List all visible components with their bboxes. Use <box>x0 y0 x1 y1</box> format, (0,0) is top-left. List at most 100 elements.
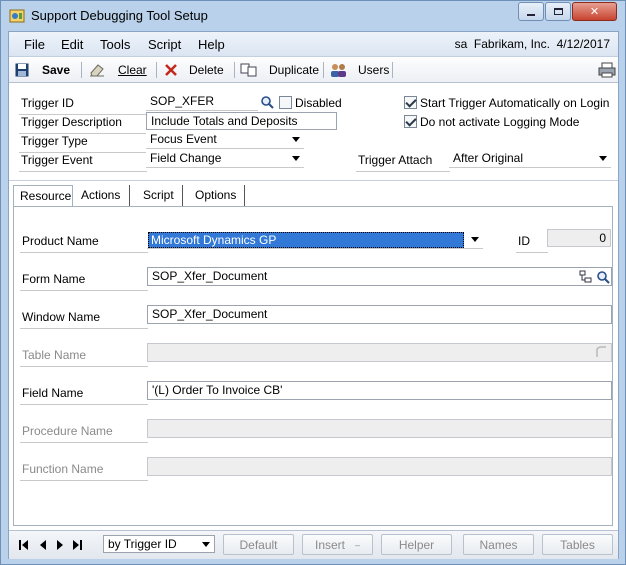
sort-by-dropdown[interactable]: by Trigger ID <box>103 535 215 553</box>
helper-label: Helper <box>398 537 435 552</box>
next-record-icon[interactable] <box>55 539 65 551</box>
start-automatically-checkbox[interactable] <box>404 96 417 109</box>
window-title: Support Debugging Tool Setup <box>31 8 208 23</box>
sort-by-value: by Trigger ID <box>108 537 177 551</box>
eraser-icon <box>90 64 104 77</box>
print-icon[interactable] <box>598 62 616 78</box>
title-bar: Support Debugging Tool Setup ✕ <box>1 1 625 31</box>
toolbar: Save Clear Delete Duplicate Users <box>9 58 618 83</box>
table-name-label: Table Name <box>22 348 87 362</box>
menu-tools[interactable]: Tools <box>100 37 130 52</box>
maximize-button[interactable] <box>545 2 571 21</box>
menu-file[interactable]: File <box>24 37 45 52</box>
close-button[interactable]: ✕ <box>572 2 617 21</box>
insert-button[interactable]: Insert ‒ <box>302 534 373 555</box>
insert-label: Insert <box>314 537 345 552</box>
label-underline <box>20 404 148 405</box>
toolbar-divider <box>81 62 82 78</box>
save-icon <box>15 63 29 77</box>
default-label: Default <box>239 537 278 552</box>
id-field: 0 <box>547 229 611 247</box>
toolbar-divider <box>156 62 157 78</box>
label-underline <box>20 252 148 253</box>
users-button[interactable]: Users <box>329 61 389 79</box>
clear-button[interactable]: Clear <box>89 61 147 79</box>
trigger-type-dropdown[interactable]: Focus Event <box>146 131 304 149</box>
product-name-dropdown[interactable]: Microsoft Dynamics GP <box>147 231 483 249</box>
duplicate-icon <box>240 63 257 77</box>
toolbar-divider <box>392 62 393 78</box>
helper-button[interactable]: Helper <box>381 534 452 555</box>
trigger-attach-label: Trigger Attach <box>358 153 433 167</box>
window-name-label: Window Name <box>22 310 101 324</box>
product-name-value: Microsoft Dynamics GP <box>148 232 464 248</box>
tables-button[interactable]: Tables <box>542 534 613 555</box>
first-record-icon[interactable] <box>19 539 29 551</box>
label-underline <box>20 480 148 481</box>
trigger-type-label: Trigger Type <box>21 134 88 148</box>
delete-x-icon <box>165 64 177 76</box>
trigger-header: Trigger ID SOP_XFER Disabled Trigger Des… <box>9 84 618 179</box>
minimize-button[interactable] <box>518 2 544 21</box>
field-name-label: Field Name <box>22 386 84 400</box>
no-logging-checkbox[interactable] <box>404 115 417 128</box>
clear-label: Clear <box>118 63 147 77</box>
form-name-label: Form Name <box>22 272 86 286</box>
function-name-label: Function Name <box>22 462 104 476</box>
tab-resource[interactable]: Resource <box>13 185 73 207</box>
product-name-label: Product Name <box>22 234 99 248</box>
field-name-field[interactable]: '(L) Order To Invoice CB' <box>147 381 612 400</box>
tree-list-icon <box>579 270 592 283</box>
trigger-id-field[interactable]: SOP_XFER <box>146 93 258 111</box>
chevron-down-icon <box>471 237 479 242</box>
toolbar-divider <box>323 62 324 78</box>
users-label: Users <box>358 63 390 77</box>
form-browse-button[interactable] <box>577 268 595 286</box>
label-underline <box>356 171 450 172</box>
toolbar-divider <box>234 62 235 78</box>
menu-edit[interactable]: Edit <box>61 37 83 52</box>
delete-button[interactable]: Delete <box>164 61 224 79</box>
magnifier-icon <box>597 271 610 284</box>
menu-script[interactable]: Script <box>148 37 181 52</box>
trigger-attach-value: After Original <box>453 151 524 165</box>
trigger-lookup-button[interactable] <box>258 93 276 111</box>
trigger-id-label: Trigger ID <box>21 96 74 110</box>
form-lookup-button[interactable] <box>594 268 612 286</box>
chevron-down-icon: ‒ <box>355 539 361 550</box>
tab-script-label: Script <box>143 188 174 202</box>
menu-bar: File Edit Tools Script Help sa Fabrikam,… <box>9 32 618 57</box>
tables-label: Tables <box>560 537 595 552</box>
procedure-name-label: Procedure Name <box>22 424 113 438</box>
duplicate-button[interactable]: Duplicate <box>240 61 319 79</box>
users-icon <box>331 64 346 77</box>
chevron-down-icon <box>599 156 607 161</box>
duplicate-label: Duplicate <box>269 63 320 77</box>
tab-script[interactable]: Script <box>137 185 183 206</box>
tab-options[interactable]: Options <box>189 185 245 206</box>
save-button[interactable]: Save <box>15 61 70 79</box>
default-button[interactable]: Default <box>223 534 294 555</box>
maximize-icon <box>553 8 563 15</box>
label-underline <box>19 171 147 172</box>
tab-actions[interactable]: Actions <box>75 185 130 206</box>
tab-options-label: Options <box>195 188 237 202</box>
trigger-description-label: Trigger Description <box>21 115 122 129</box>
disabled-checkbox[interactable] <box>279 96 292 109</box>
minimize-icon <box>527 13 535 16</box>
previous-record-icon[interactable] <box>38 539 48 551</box>
lookup-disabled-icon <box>596 346 606 357</box>
trigger-attach-dropdown[interactable]: After Original <box>449 150 611 168</box>
start-automatically-label: Start Trigger Automatically on Login <box>420 96 610 110</box>
menu-help[interactable]: Help <box>198 37 225 52</box>
trigger-event-value: Field Change <box>150 151 222 165</box>
tab-actions-label: Actions <box>81 188 121 202</box>
app-icon <box>9 9 25 23</box>
label-underline <box>20 328 148 329</box>
trigger-description-field[interactable]: Include Totals and Deposits <box>146 112 337 130</box>
trigger-event-dropdown[interactable]: Field Change <box>146 150 304 168</box>
window-name-field[interactable]: SOP_Xfer_Document <box>147 305 612 324</box>
last-record-icon[interactable] <box>72 539 82 551</box>
form-name-field[interactable]: SOP_Xfer_Document <box>147 267 612 286</box>
names-button[interactable]: Names <box>463 534 534 555</box>
